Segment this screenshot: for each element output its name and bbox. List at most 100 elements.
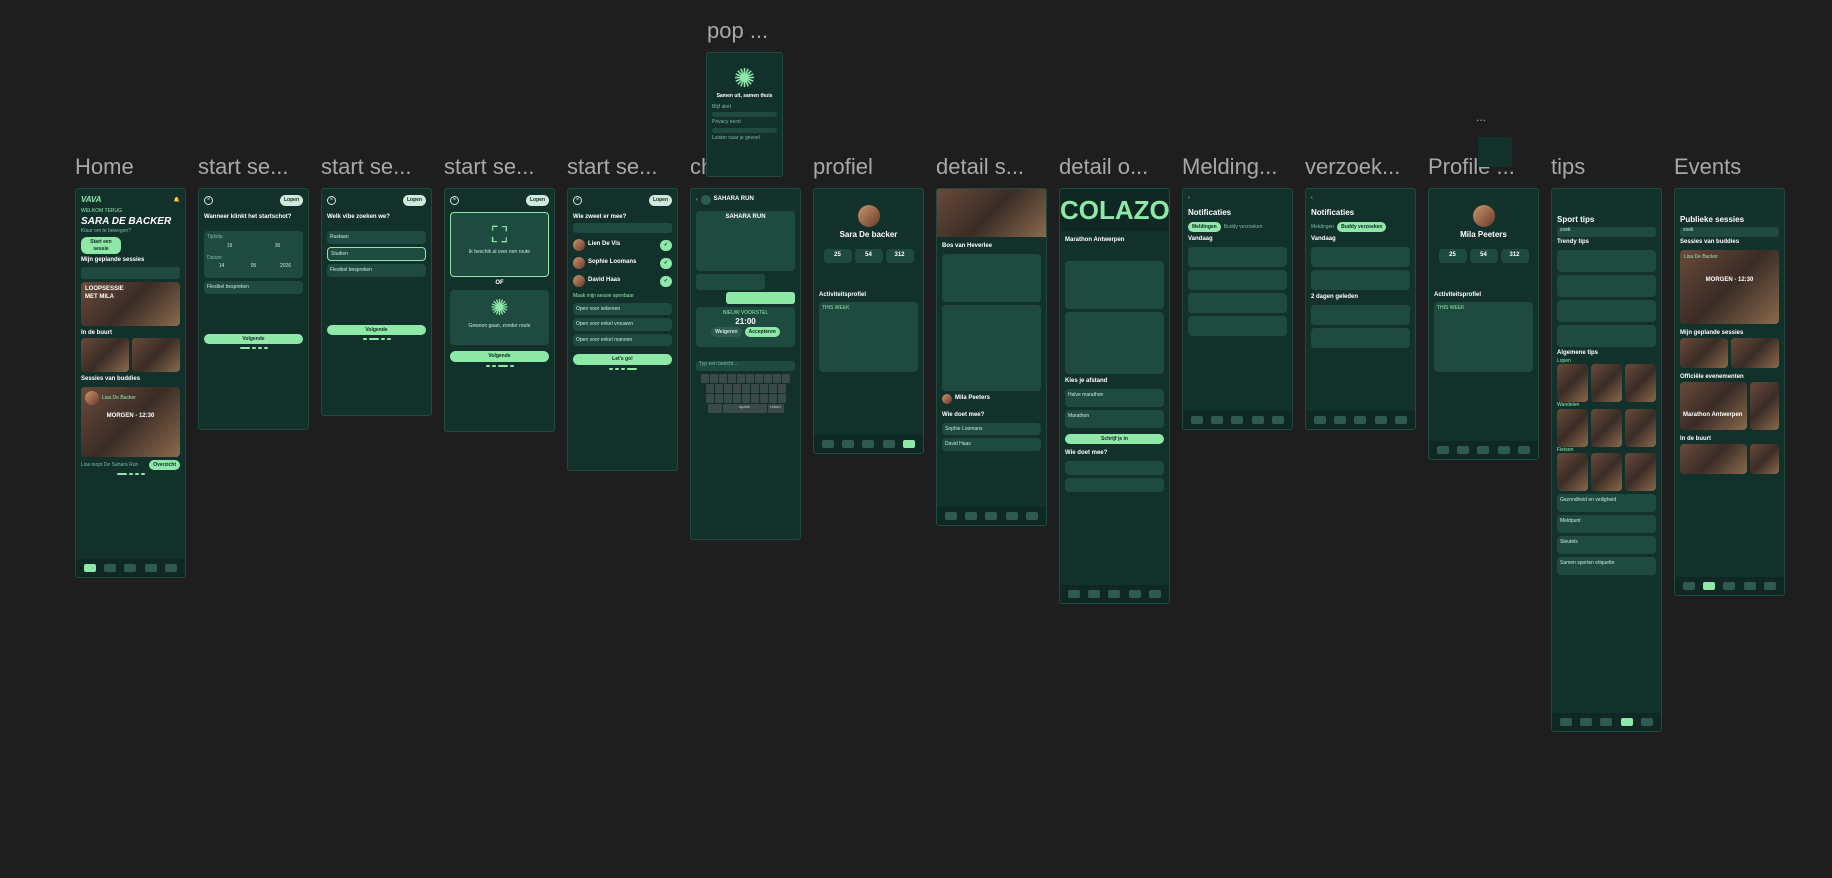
search-input[interactable]: zoek: [1680, 227, 1779, 238]
vibe-option[interactable]: Studien: [327, 246, 426, 262]
next-button[interactable]: Volgende: [450, 351, 549, 362]
subscribe-button[interactable]: Schrijf je in: [1065, 433, 1164, 445]
tab-meldingen[interactable]: Meldingen: [1188, 221, 1221, 233]
next-button[interactable]: Volgende: [204, 333, 303, 345]
year-field[interactable]: 2026: [271, 263, 300, 274]
session-card[interactable]: SAHARA RUN: [696, 211, 795, 271]
participant[interactable]: [1065, 460, 1164, 475]
bottom-nav[interactable]: [1675, 577, 1784, 595]
no-route-option[interactable]: ✺ Gewoon gaan, zonder route: [450, 290, 549, 346]
sport-chip[interactable]: Lopen: [403, 195, 426, 206]
close-icon[interactable]: ×: [327, 195, 336, 205]
return-key[interactable]: return: [767, 404, 784, 413]
visibility-option[interactable]: Open voor enkel vrouwen: [573, 318, 672, 331]
distance-option[interactable]: Marathon: [1065, 409, 1164, 428]
detail-event-frame[interactable]: COLAZO Marathon Antwerpen Kies je afstan…: [1059, 188, 1170, 604]
decline-button[interactable]: Weigeren: [711, 326, 742, 338]
notification-item[interactable]: [1188, 247, 1287, 268]
search-input[interactable]: zoek: [1557, 227, 1656, 238]
tab-buddy-requests[interactable]: Buddy verzoeken: [1224, 224, 1263, 231]
request-item[interactable]: [1311, 247, 1410, 268]
flexible-option[interactable]: Flexibel bespreken: [204, 281, 303, 294]
home-frame[interactable]: VAVA 🔔 WELKOM TERUG SARA DE BACKER Klaar…: [75, 188, 186, 578]
lets-go-button[interactable]: Let's go!: [573, 354, 672, 365]
check-icon[interactable]: ✓: [659, 276, 672, 287]
hour-field[interactable]: 19: [207, 242, 252, 253]
other-profile-frame[interactable]: Mila Peeters 25 54 312 Activiteitsprofie…: [1428, 188, 1539, 460]
accept-button[interactable]: Accepteren: [744, 326, 780, 338]
nearby-card[interactable]: [132, 337, 180, 372]
info-link[interactable]: Meldpunt: [1557, 515, 1656, 534]
info-link[interactable]: Gezondheid en veiligheid: [1557, 494, 1656, 513]
tip-card[interactable]: [1557, 300, 1656, 323]
participant[interactable]: Sophie Loomans: [942, 422, 1041, 436]
request-item[interactable]: [1311, 270, 1410, 291]
bell-icon[interactable]: 🔔: [174, 197, 180, 204]
back-icon[interactable]: ‹: [1188, 195, 1190, 201]
back-icon[interactable]: ‹: [1311, 195, 1313, 201]
profiel-frame[interactable]: Sara De backer 25 54 312 Activiteitsprof…: [813, 188, 924, 454]
start-buddies-frame[interactable]: × Lopen Wie zweet er mee? Lien De Vis ✓ So…: [567, 188, 678, 471]
notifications-frame[interactable]: ‹ Notificaties Meldingen Buddy verzoeken …: [1182, 188, 1293, 430]
buddy-session-card[interactable]: Lisa De Backer MORGEN - 12:30: [1680, 250, 1779, 325]
overview-button[interactable]: Overzicht: [149, 459, 180, 471]
tab-meldingen[interactable]: Meldingen: [1311, 224, 1334, 231]
bottom-nav[interactable]: [1306, 411, 1415, 429]
distance-option[interactable]: Halve marathon: [1065, 388, 1164, 407]
visibility-option[interactable]: Open voor iedereen: [573, 302, 672, 316]
sport-chip[interactable]: Lopen: [649, 195, 672, 206]
next-button[interactable]: Volgende: [327, 324, 426, 336]
bottom-nav[interactable]: [814, 435, 923, 453]
tip-card[interactable]: [1557, 325, 1656, 348]
popup-frame[interactable]: ✺ Samen uit, samen thuis Blijf alert Pri…: [706, 52, 783, 177]
check-icon[interactable]: ✓: [659, 240, 672, 251]
visibility-option[interactable]: Open voor enkel mannen: [573, 333, 672, 347]
proposal-card[interactable]: NIEUW VOORSTEL 21:00 Weigeren Accepteren: [696, 307, 795, 347]
mini-popup-frame[interactable]: [1478, 137, 1512, 167]
notification-item[interactable]: [1188, 270, 1287, 291]
nearby-card[interactable]: [81, 337, 129, 372]
bottom-nav[interactable]: [1552, 713, 1661, 731]
info-link[interactable]: Sleutels: [1557, 536, 1656, 555]
tips-frame[interactable]: Sport tips zoek Trendy tips Algemene tip…: [1551, 188, 1662, 732]
keyboard[interactable]: spatie return: [696, 374, 795, 413]
events-frame[interactable]: Publieke sessies zoek Sessies van buddie…: [1674, 188, 1785, 596]
minute-field[interactable]: 30: [255, 242, 300, 253]
tip-card[interactable]: [1557, 275, 1656, 298]
vibe-option[interactable]: Rustaan: [327, 231, 426, 244]
detail-session-frame[interactable]: Bos van Heverlee Mila Peeters Wie doet m…: [936, 188, 1047, 526]
tab-buddy-requests[interactable]: Buddy verzoeken: [1337, 221, 1387, 233]
check-icon[interactable]: ✓: [659, 258, 672, 269]
notification-item[interactable]: [1188, 316, 1287, 337]
close-icon[interactable]: ×: [573, 195, 582, 205]
request-item[interactable]: [1311, 327, 1410, 348]
bottom-nav[interactable]: [76, 559, 185, 577]
message-input[interactable]: Typ een bericht...: [696, 361, 795, 371]
bottom-nav[interactable]: [1060, 585, 1169, 603]
calendar-strip[interactable]: [81, 267, 180, 280]
start-session-button[interactable]: Start een sessie: [81, 237, 121, 255]
event-card[interactable]: Marathon Antwerpen: [1680, 381, 1748, 430]
bottom-nav[interactable]: [937, 507, 1046, 525]
buddy-search[interactable]: [573, 223, 672, 234]
requests-frame[interactable]: ‹ Notificaties Meldingen Buddy verzoeken …: [1305, 188, 1416, 430]
back-icon[interactable]: ‹: [696, 197, 698, 204]
planned-session-card[interactable]: LOOPSESSIE MET MILA: [81, 282, 180, 327]
vibe-option[interactable]: Flexibel bespreken: [327, 264, 426, 277]
buddy-session-card[interactable]: Lisa De Backer MORGEN - 12:30: [81, 386, 180, 457]
bottom-nav[interactable]: [1429, 441, 1538, 459]
start-time-frame[interactable]: × Lopen Wanneer klinkt het startschot? Ti…: [198, 188, 309, 430]
chat-frame[interactable]: ‹ SAHARA RUN SAHARA RUN NIEUW VOORSTEL 21…: [690, 188, 801, 540]
participant[interactable]: [1065, 477, 1164, 492]
info-link[interactable]: Samen sporten etiquette: [1557, 557, 1656, 576]
notification-item[interactable]: [1188, 293, 1287, 314]
month-field[interactable]: 05: [239, 263, 268, 274]
space-key[interactable]: spatie: [722, 404, 767, 413]
tip-card[interactable]: [1557, 250, 1656, 273]
start-route-frame[interactable]: × Lopen ⛶ Ik beschik al over een route OF…: [444, 188, 555, 432]
start-vibe-frame[interactable]: × Lopen Welk vibe zoeken we? Rustaan Stud…: [321, 188, 432, 416]
bottom-nav[interactable]: [1183, 411, 1292, 429]
sport-chip[interactable]: Lopen: [526, 195, 549, 206]
participant[interactable]: David Haas: [942, 438, 1041, 451]
route-option[interactable]: ⛶ Ik beschik al over een route: [450, 211, 549, 277]
